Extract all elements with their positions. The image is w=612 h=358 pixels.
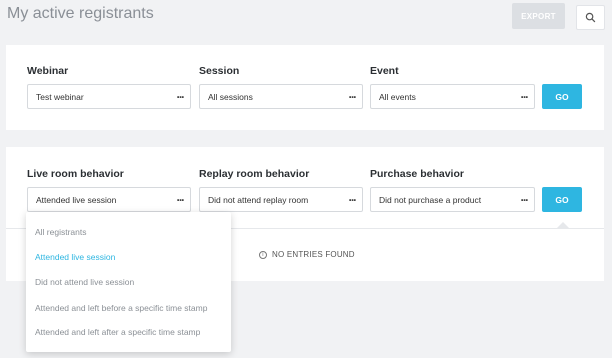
go-button-sessions[interactable]: GO: [542, 84, 582, 109]
replay-room-select[interactable]: Did not attend replay room ...: [199, 187, 363, 212]
live-room-select-value: Attended live session: [36, 194, 117, 205]
live-room-label: Live room behavior: [27, 168, 124, 180]
session-filter-card: Webinar Test webinar ... Session All ses…: [6, 45, 604, 130]
replay-room-label: Replay room behavior: [199, 168, 310, 180]
dropdown-option-left-before-timestamp[interactable]: Attended and left before a specific time…: [35, 303, 207, 313]
event-label: Event: [370, 65, 399, 77]
empty-state-text: NO ENTRIES FOUND: [272, 250, 355, 259]
session-select[interactable]: All sessions ...: [199, 84, 363, 109]
more-dots-icon: ...: [348, 87, 356, 101]
more-dots-icon: ...: [348, 190, 356, 204]
session-select-value: All sessions: [208, 91, 253, 102]
export-button[interactable]: EXPORT: [512, 3, 565, 29]
webinar-select-value: Test webinar: [36, 91, 84, 102]
info-icon: i: [259, 250, 267, 259]
event-select[interactable]: All events ...: [370, 84, 535, 109]
purchase-select-value: Did not purchase a product: [379, 194, 482, 205]
session-label: Session: [199, 65, 240, 77]
more-dots-icon: ...: [176, 190, 184, 204]
go-button-behavior[interactable]: GO: [542, 187, 582, 212]
page-title: My active registrants: [7, 5, 154, 22]
dropdown-option-attended-live[interactable]: Attended live session: [35, 252, 115, 262]
search-button[interactable]: [576, 5, 605, 30]
event-select-value: All events: [379, 91, 416, 102]
live-room-select[interactable]: Attended live session ...: [27, 187, 191, 212]
live-room-dropdown-menu: All registrants Attended live session Di…: [26, 212, 231, 352]
dropdown-option-left-after-timestamp[interactable]: Attended and left after a specific time …: [35, 327, 200, 337]
webinar-select[interactable]: Test webinar ...: [27, 84, 191, 109]
purchase-select[interactable]: Did not purchase a product ...: [370, 187, 535, 212]
webinar-label: Webinar: [27, 65, 69, 77]
dropdown-option-all-registrants[interactable]: All registrants: [35, 227, 87, 237]
search-icon: [585, 12, 596, 23]
more-dots-icon: ...: [176, 87, 184, 101]
empty-state: i NO ENTRIES FOUND: [259, 250, 355, 259]
purchase-label: Purchase behavior: [370, 168, 464, 180]
more-dots-icon: ...: [520, 87, 528, 101]
dropdown-option-did-not-attend-live[interactable]: Did not attend live session: [35, 277, 134, 287]
replay-room-select-value: Did not attend replay room: [208, 194, 309, 205]
more-dots-icon: ...: [520, 190, 528, 204]
